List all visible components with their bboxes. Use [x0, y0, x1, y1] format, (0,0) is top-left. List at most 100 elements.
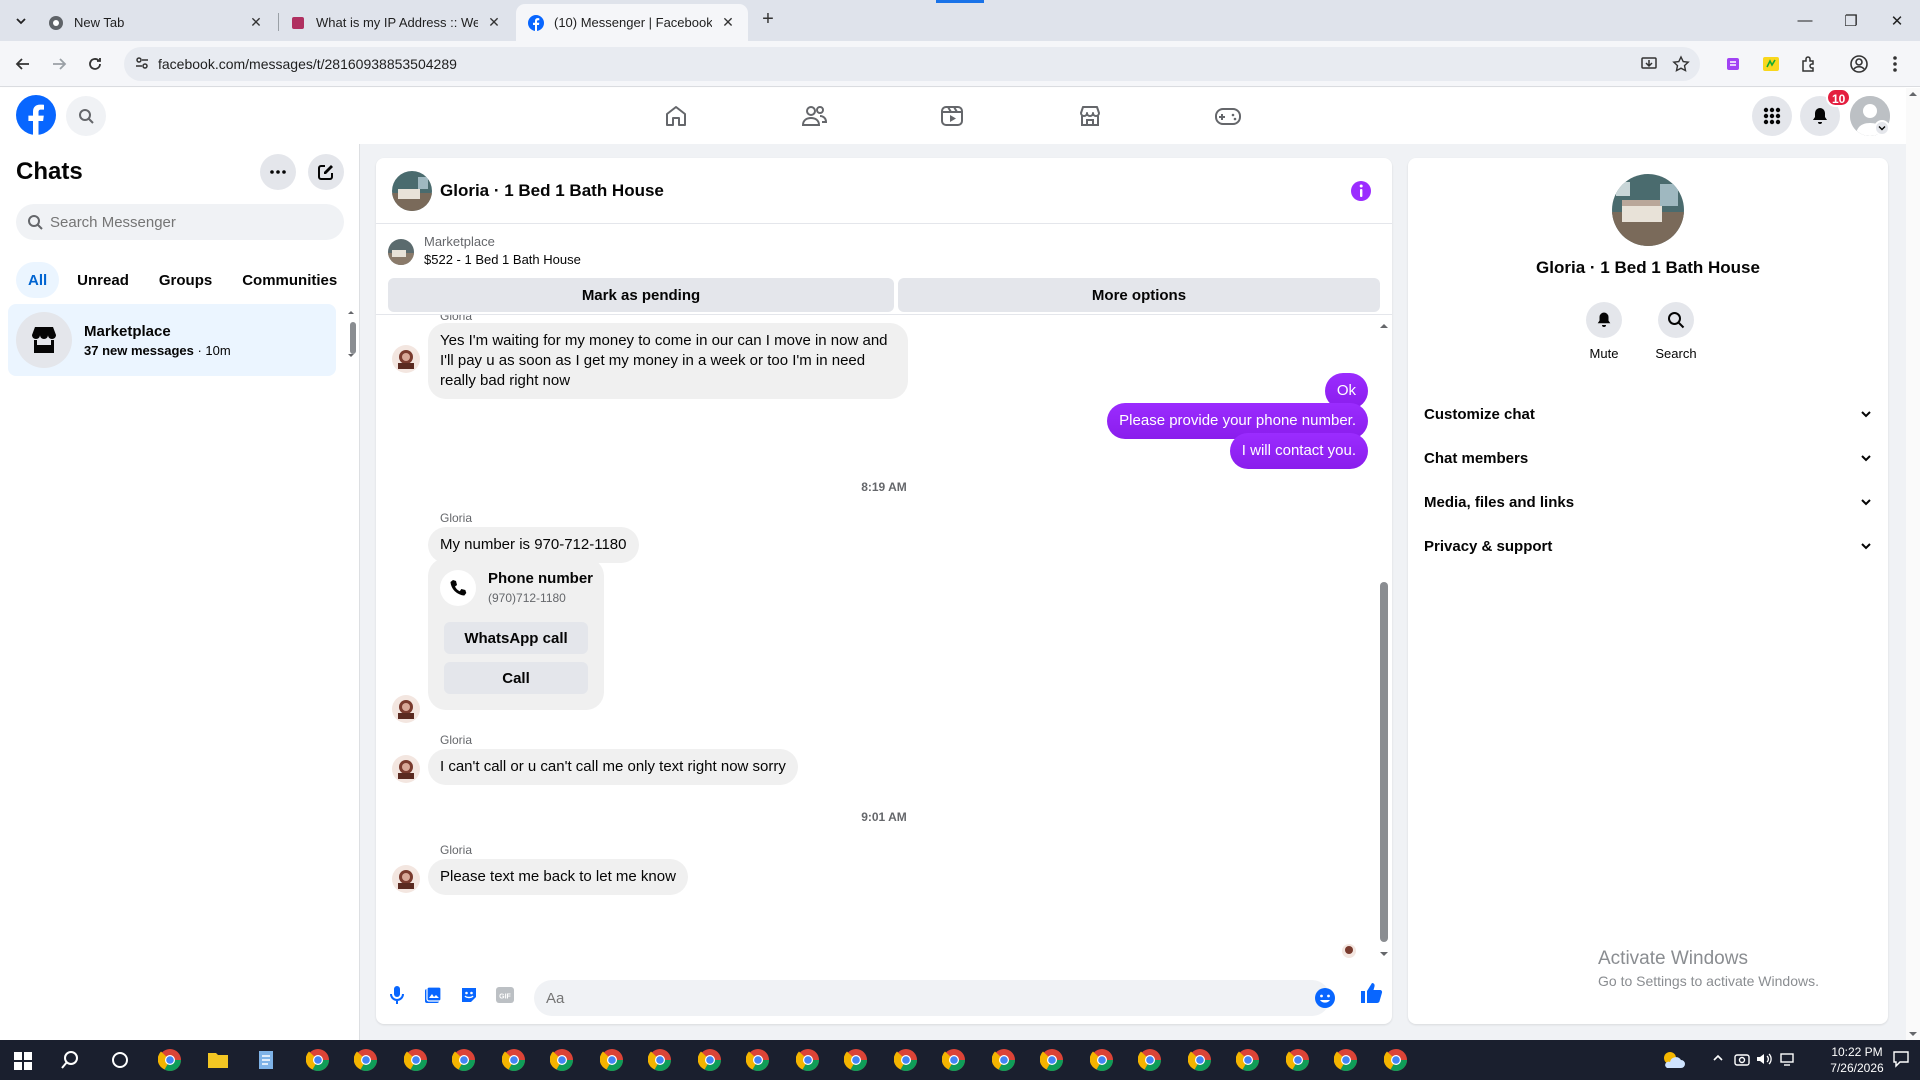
message-bubble-outgoing[interactable]: I will contact you.	[1229, 433, 1368, 469]
restore-button[interactable]: ❐	[1828, 0, 1874, 41]
listing-thumbnail[interactable]	[388, 239, 414, 265]
filter-all[interactable]: All	[16, 262, 60, 298]
page-scrollbar[interactable]	[1906, 88, 1920, 1040]
profile-icon[interactable]	[1846, 51, 1872, 77]
taskbar-chrome-icon[interactable]	[1138, 1048, 1162, 1072]
address-bar[interactable]: facebook.com/messages/t/2816093885350428…	[124, 47, 1700, 81]
conversation-title[interactable]: Gloria · 1 Bed 1 Bath House	[440, 181, 664, 201]
search-icon[interactable]	[1658, 302, 1694, 338]
extension-purple-icon[interactable]	[1720, 51, 1746, 77]
nav-friends[interactable]	[758, 96, 870, 136]
conversation-avatar[interactable]	[392, 171, 432, 211]
taskbar-chrome-icon[interactable]	[796, 1048, 820, 1072]
weather-icon[interactable]	[1660, 1048, 1686, 1072]
taskbar-chrome-icon[interactable]	[306, 1048, 330, 1072]
taskbar-chrome-icon[interactable]	[942, 1048, 966, 1072]
taskbar-notepad-icon[interactable]	[254, 1048, 278, 1072]
taskbar-chrome-icon[interactable]	[1040, 1048, 1064, 1072]
mark-as-pending-button[interactable]: Mark as pending	[388, 278, 894, 312]
menu-button[interactable]	[1752, 96, 1792, 136]
taskbar-chrome-icon[interactable]	[550, 1048, 574, 1072]
nav-gaming[interactable]	[1172, 96, 1284, 136]
forward-button[interactable]	[45, 50, 73, 78]
network-icon[interactable]	[1780, 1052, 1798, 1066]
facebook-search-button[interactable]	[66, 96, 106, 136]
search-action[interactable]: Search	[1646, 302, 1706, 361]
emoji-icon[interactable]	[1314, 987, 1336, 1009]
chats-options-button[interactable]	[260, 154, 296, 190]
filter-communities[interactable]: Communities	[230, 262, 349, 298]
taskbar-search-icon[interactable]	[60, 1050, 80, 1070]
taskbar-chrome-icon[interactable]	[1384, 1048, 1408, 1072]
taskbar-chrome-icon[interactable]	[354, 1048, 378, 1072]
reload-button[interactable]	[81, 50, 109, 78]
message-input[interactable]	[546, 980, 1286, 1016]
close-tab-icon[interactable]: ✕	[486, 14, 502, 31]
like-thumbs-up-icon[interactable]	[1358, 980, 1386, 1008]
whatsapp-call-button[interactable]: WhatsApp call	[444, 622, 588, 654]
section-chat-members[interactable]: Chat members	[1424, 436, 1872, 480]
taskbar-chrome-icon[interactable]	[404, 1048, 428, 1072]
nav-home[interactable]	[620, 96, 732, 136]
nav-marketplace[interactable]	[1034, 96, 1146, 136]
message-list-scroll-thumb[interactable]	[1380, 582, 1388, 942]
bookmark-star-icon[interactable]	[1672, 55, 1690, 73]
message-bubble-incoming[interactable]: Please text me back to let me know	[428, 859, 688, 895]
taskbar-chrome-icon[interactable]	[452, 1048, 476, 1072]
tray-camera-icon[interactable]	[1734, 1052, 1750, 1066]
taskbar-chrome-icon[interactable]	[992, 1048, 1016, 1072]
taskbar-chrome-icon[interactable]	[158, 1048, 182, 1072]
taskbar-chrome-icon[interactable]	[600, 1048, 624, 1072]
gif-icon[interactable]: GIF	[492, 982, 518, 1008]
extensions-puzzle-icon[interactable]	[1796, 51, 1822, 77]
taskbar-chrome-icon[interactable]	[698, 1048, 722, 1072]
back-button[interactable]	[9, 50, 37, 78]
browser-menu-icon[interactable]	[1882, 51, 1908, 77]
tab-messenger[interactable]: (10) Messenger | Facebook ✕	[516, 4, 748, 41]
voice-clip-icon[interactable]	[384, 982, 410, 1008]
close-window-button[interactable]: ✕	[1874, 0, 1920, 41]
sticker-icon[interactable]	[456, 982, 482, 1008]
close-tab-icon[interactable]: ✕	[248, 14, 264, 31]
taskbar-chrome-icon[interactable]	[746, 1048, 770, 1072]
taskbar-chrome-icon[interactable]	[502, 1048, 526, 1072]
section-customize-chat[interactable]: Customize chat	[1424, 392, 1872, 436]
more-options-button[interactable]: More options	[898, 278, 1380, 312]
taskbar-chrome-icon[interactable]	[844, 1048, 868, 1072]
taskbar-chrome-icon[interactable]	[1090, 1048, 1114, 1072]
tab-search-chevron-icon[interactable]	[10, 10, 32, 32]
taskbar-chrome-icon[interactable]	[1286, 1048, 1310, 1072]
messenger-search[interactable]	[16, 204, 344, 240]
taskbar-chrome-icon[interactable]	[894, 1048, 918, 1072]
section-media-files-links[interactable]: Media, files and links	[1424, 480, 1872, 524]
filter-groups[interactable]: Groups	[147, 262, 224, 298]
chat-list-scroll-thumb[interactable]	[350, 322, 356, 354]
close-tab-icon[interactable]: ✕	[720, 14, 736, 31]
listing-title[interactable]: $522 - 1 Bed 1 Bath House	[424, 252, 581, 267]
mute-bell-icon[interactable]	[1586, 302, 1622, 338]
account-chevron-icon[interactable]	[1874, 120, 1890, 136]
taskbar-folder-icon[interactable]	[206, 1048, 230, 1072]
action-center-icon[interactable]	[1892, 1050, 1910, 1068]
windows-start-icon[interactable]	[14, 1052, 32, 1070]
message-bubble-incoming[interactable]: Yes I'm waiting for my money to come in …	[428, 323, 908, 399]
message-input-box[interactable]	[534, 980, 1335, 1016]
extension-yellow-icon[interactable]	[1758, 51, 1784, 77]
chat-item-marketplace[interactable]: Marketplace 37 new messages · 10m	[8, 304, 336, 376]
site-info-icon[interactable]	[134, 55, 150, 71]
nav-video[interactable]	[896, 96, 1008, 136]
tab-ip-address[interactable]: What is my IP Address :: WebBr ✕	[278, 4, 514, 41]
message-bubble-incoming[interactable]: I can't call or u can't call me only tex…	[428, 749, 798, 785]
taskbar-chrome-icon[interactable]	[648, 1048, 672, 1072]
tray-chevron-up-icon[interactable]	[1712, 1052, 1724, 1064]
call-button[interactable]: Call	[444, 662, 588, 694]
taskbar-chrome-icon[interactable]	[1334, 1048, 1358, 1072]
tab-new-tab[interactable]: New Tab ✕	[36, 4, 276, 41]
facebook-logo-icon[interactable]	[16, 95, 56, 135]
details-avatar[interactable]	[1612, 174, 1684, 246]
filter-unread[interactable]: Unread	[65, 262, 141, 298]
mute-action[interactable]: Mute	[1574, 302, 1634, 361]
taskbar-chrome-icon[interactable]	[1188, 1048, 1212, 1072]
attach-photo-icon[interactable]	[420, 982, 446, 1008]
new-tab-button[interactable]: +	[757, 9, 779, 31]
